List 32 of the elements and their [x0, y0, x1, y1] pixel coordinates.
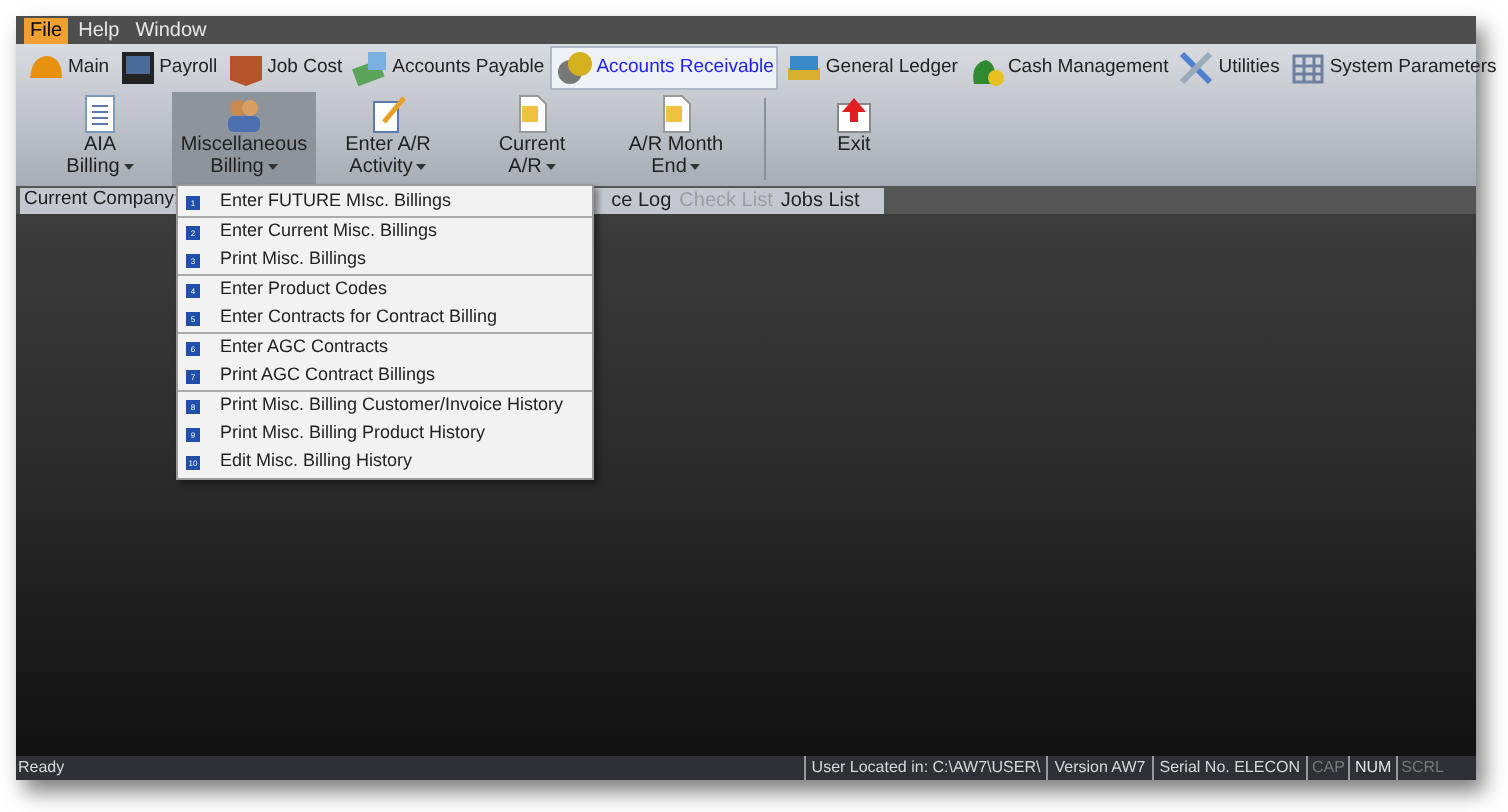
notepad-icon — [368, 94, 408, 134]
exit-icon — [834, 94, 874, 134]
status-indicator: CAP — [1305, 756, 1349, 780]
module-tab[interactable]: Main — [24, 46, 112, 90]
status-text: Ready — [16, 756, 67, 780]
module-tab[interactable]: Accounts Payable — [348, 46, 547, 90]
status-panel: Version AW7 — [1046, 756, 1152, 780]
module-tab[interactable]: Accounts Receivable — [550, 46, 778, 90]
people-icon — [224, 94, 264, 134]
menu-item[interactable]: Window — [129, 17, 213, 43]
module-tab[interactable]: System Parameters — [1285, 46, 1499, 90]
status-indicator: SCRL — [1395, 756, 1448, 780]
module-tab[interactable]: General Ledger — [781, 46, 960, 90]
menu-item[interactable]: Help — [72, 17, 126, 43]
module-tab[interactable]: Cash Management — [963, 46, 1171, 90]
toolbar-item[interactable]: Current Company: — [20, 185, 184, 215]
module-tab[interactable]: Job Cost — [223, 46, 345, 90]
list-icon — [80, 94, 120, 134]
status-panel: Serial No. ELECON — [1151, 756, 1306, 780]
module-tab[interactable]: Payroll — [115, 46, 220, 90]
ribbon-button[interactable]: A/R Month End — [604, 92, 748, 186]
ribbon-button[interactable]: AIA Billing — [28, 92, 172, 186]
ribbon-button[interactable]: Miscellaneous Billing — [172, 92, 316, 186]
menu-item[interactable]: File — [24, 17, 69, 43]
module-tab[interactable]: Utilities — [1174, 46, 1282, 90]
ribbon-button[interactable]: Exit — [782, 92, 926, 186]
status-panel: User Located in: C:\AW7\USER\ — [803, 756, 1047, 780]
coins-icon — [554, 48, 595, 88]
tools-icon — [1176, 48, 1217, 88]
toolbar-item[interactable]: Jobs List — [776, 185, 864, 215]
status-indicator: NUM — [1348, 756, 1396, 780]
toolbar-item[interactable]: ce Log — [607, 185, 676, 215]
